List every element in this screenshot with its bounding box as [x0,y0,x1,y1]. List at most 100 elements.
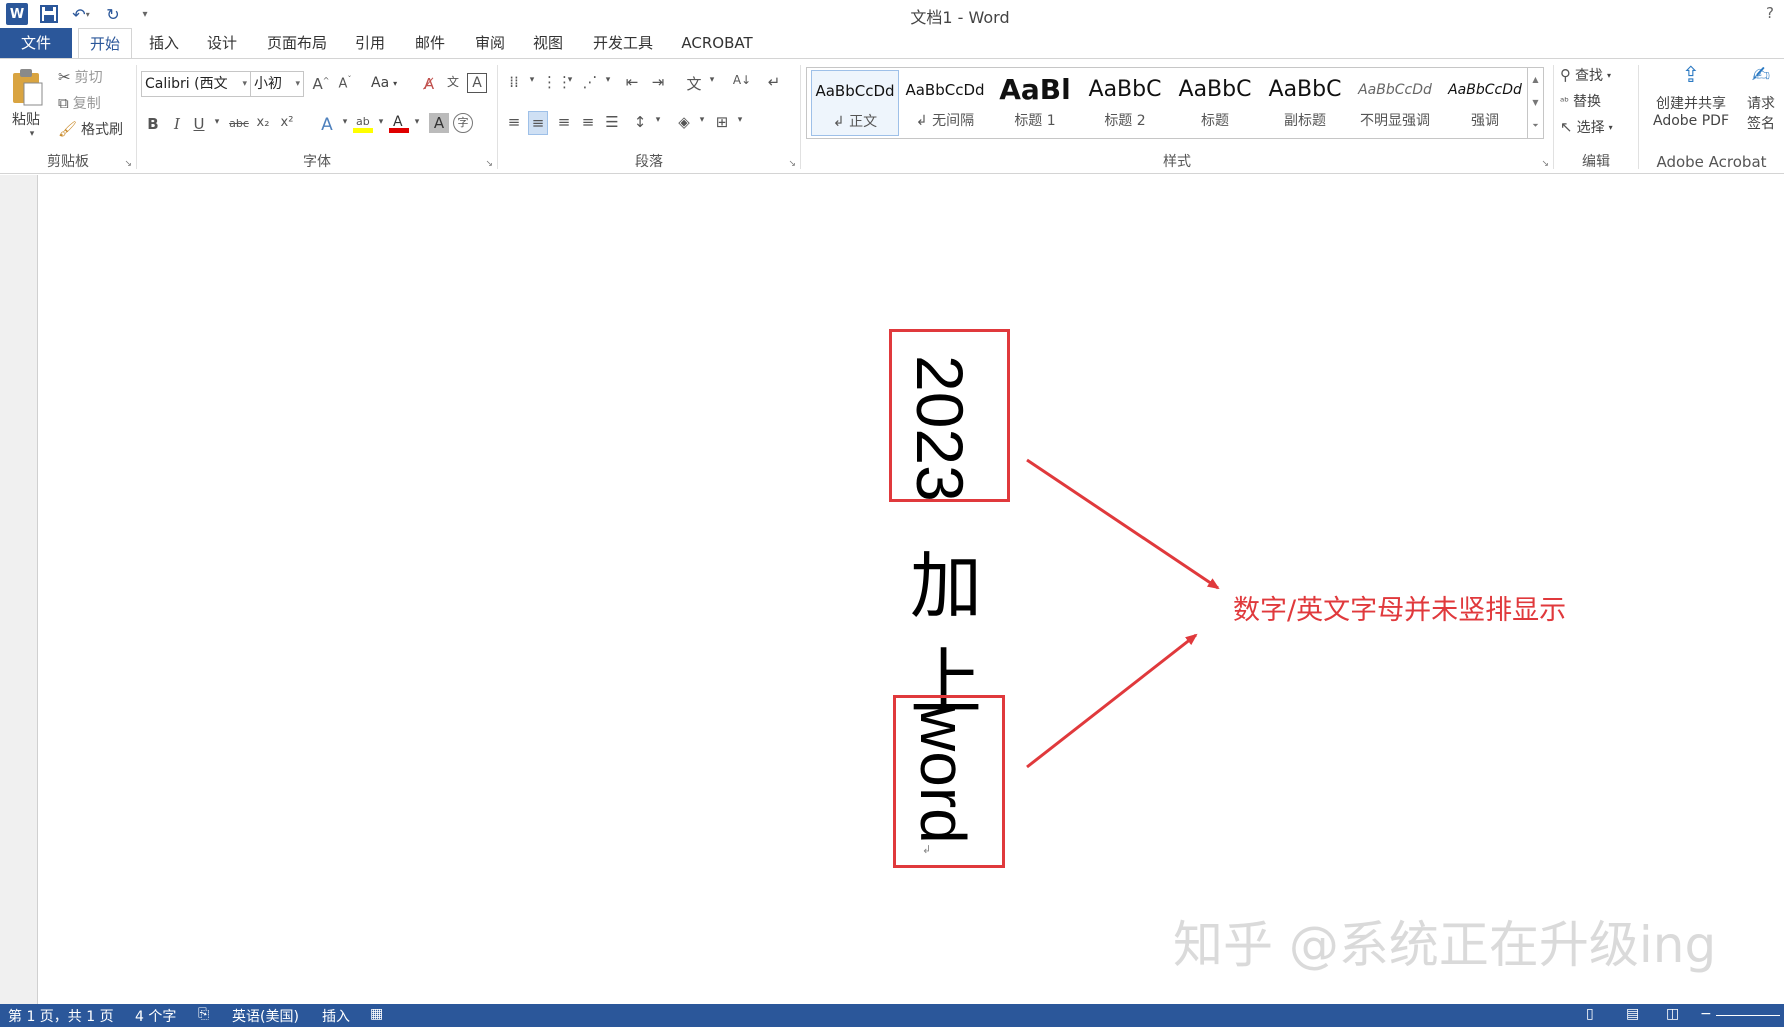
decrease-indent-icon[interactable]: ⇤ [622,73,642,91]
style-subtle-emphasis[interactable]: AaBbCcDd 不明显强调 [1351,70,1439,136]
zoom-out-icon[interactable]: − [1700,1006,1712,1022]
tab-page-layout[interactable]: 页面布局 [258,28,336,58]
document-area[interactable]: 2023 加 上 word ↲ 数字/英文字母并未竖排显示 知乎 @系统正在升级… [0,175,1784,1004]
line-spacing-dropdown-icon[interactable]: ▾ [648,115,668,125]
superscript-button[interactable]: x² [277,115,297,130]
tab-design[interactable]: 设计 [198,28,246,58]
paragraph-launcher-icon[interactable]: ↘ [788,159,796,169]
select-button[interactable]: ↖ 选择 ▾ [1560,117,1613,137]
multilevel-list-icon[interactable]: ⋰ [580,73,600,91]
style-no-spacing[interactable]: AaBbCcDd ↲ 无间隔 [901,70,989,136]
replace-button[interactable]: ᵃᵇ 替换 [1560,91,1601,111]
paste-icon[interactable] [10,67,46,107]
increase-indent-icon[interactable]: ⇥ [648,73,668,91]
subscript-button[interactable]: x₂ [253,115,273,130]
styles-launcher-icon[interactable]: ↘ [1541,159,1549,169]
sort-icon[interactable]: A↓ [732,73,752,87]
tab-references[interactable]: 引用 [346,28,394,58]
style-heading-2[interactable]: AaBbC 标题 2 [1081,70,1169,136]
tab-view[interactable]: 视图 [524,28,572,58]
print-layout-icon[interactable]: ▤ [1626,1006,1639,1022]
format-painter-button[interactable]: 🖌 格式刷 [58,119,123,139]
shading-icon[interactable]: ◈ [674,113,694,131]
borders-icon[interactable]: ⊞ [712,113,732,131]
style-emphasis[interactable]: AaBbCcDd 强调 [1441,70,1529,136]
style-sample: AaBbC [1088,77,1162,102]
style-heading-1[interactable]: AaBl 标题 1 [991,70,1079,136]
tab-acrobat[interactable]: ACROBAT [672,28,762,58]
tab-mailings[interactable]: 邮件 [406,28,454,58]
bullets-icon[interactable]: ⁞⁞ [504,73,524,91]
justify-icon[interactable]: ≡ [578,113,598,131]
underline-dropdown-icon[interactable]: ▾ [207,117,227,127]
align-left-icon[interactable]: ≡ [504,113,524,131]
language[interactable]: 英语(美国) [232,1006,299,1026]
create-pdf-label-1: 创建并共享 [1656,96,1726,112]
find-button[interactable]: ⚲ 查找 ▾ [1560,65,1611,85]
character-border-icon[interactable]: A [467,73,487,93]
grow-font-icon[interactable]: A^ [311,75,331,93]
clear-formatting-icon[interactable]: A̸ [419,75,439,93]
font-size-combo[interactable]: 小初 ▾ [250,71,304,97]
copy-button[interactable]: ⧉ 复制 [58,93,101,113]
gallery-up-icon[interactable]: ▲ [1528,68,1543,91]
underline-button[interactable]: U [189,115,209,133]
cut-button[interactable]: ✂ 剪切 [58,67,103,87]
tab-file[interactable]: 文件 [0,28,72,58]
bullets-dropdown-icon[interactable]: ▾ [522,75,542,85]
gallery-more-icon[interactable]: ⏷ [1528,114,1543,137]
change-case-button[interactable]: Aa ▾ [371,75,397,91]
tab-home[interactable]: 开始 [78,28,132,59]
font-launcher-icon[interactable]: ↘ [485,159,493,169]
create-pdf-button[interactable]: ⇪ 创建并共享 Adobe PDF [1643,63,1739,129]
borders-dropdown-icon[interactable]: ▾ [730,115,750,125]
text-direction-dropdown-icon[interactable]: ▾ [702,75,722,85]
text-effects-dropdown-icon[interactable]: ▾ [335,117,355,127]
italic-button[interactable]: I [167,115,187,133]
shading-dropdown-icon[interactable]: ▾ [692,115,712,125]
macro-record-icon[interactable]: ▦ [370,1006,383,1022]
align-center-icon[interactable]: ≡ [528,111,548,135]
show-marks-icon[interactable]: ↵ [764,73,784,91]
align-right-icon[interactable]: ≡ [554,113,574,131]
font-color-dropdown-icon[interactable]: ▾ [407,117,427,127]
multilevel-dropdown-icon[interactable]: ▾ [598,75,618,85]
character-shading-icon[interactable]: A [429,113,449,133]
font-name-combo[interactable]: Calibri (西文 ▾ [141,71,251,97]
gallery-down-icon[interactable]: ▼ [1528,91,1543,114]
text-direction-icon[interactable]: 文 [684,73,704,94]
paste-dropdown-icon[interactable]: ▾ [22,129,42,139]
bold-button[interactable]: B [143,115,163,133]
numbering-icon[interactable]: ⋮⋮ [542,73,572,91]
gallery-scrollbar[interactable]: ▲ ▼ ⏷ [1527,68,1543,138]
numbering-dropdown-icon[interactable]: ▾ [560,75,580,85]
style-name: 标题 [1201,113,1229,129]
page-count[interactable]: 第 1 页，共 1 页 [8,1006,114,1026]
clipboard-launcher-icon[interactable]: ↘ [124,159,132,169]
zoom-slider[interactable] [1716,1015,1780,1016]
tab-review[interactable]: 审阅 [466,28,514,58]
shrink-font-icon[interactable]: Aˇ [335,75,355,91]
highlight-dropdown-icon[interactable]: ▾ [371,117,391,127]
tab-insert[interactable]: 插入 [140,28,188,58]
tab-developer[interactable]: 开发工具 [584,28,662,58]
help-icon[interactable]: ? [1766,4,1774,22]
text-effects-icon[interactable]: A [317,115,337,135]
distributed-icon[interactable]: ☰ [602,113,622,131]
strikethrough-button[interactable]: abc [229,117,249,130]
read-mode-icon[interactable]: ▯ [1586,1006,1594,1022]
style-normal[interactable]: AaBbCcDd ↲ 正文 [811,70,899,136]
paste-button[interactable]: 粘贴 [12,109,40,129]
word-count[interactable]: 4 个字 [135,1006,176,1026]
highlight-icon[interactable]: ab [353,113,373,137]
proofing-icon[interactable]: ⎘ [198,1006,209,1022]
style-subtitle[interactable]: AaBbC 副标题 [1261,70,1349,136]
phonetic-guide-icon[interactable]: 文 [443,73,463,90]
font-color-icon[interactable]: A [389,113,409,137]
web-layout-icon[interactable]: ◫ [1666,1006,1679,1022]
insert-mode[interactable]: 插入 [322,1006,350,1026]
enclose-characters-icon[interactable]: 字 [453,113,473,133]
style-title[interactable]: AaBbC 标题 [1171,70,1259,136]
request-sign-button[interactable]: ✍ 请求 签名 [1741,63,1781,133]
line-spacing-icon[interactable]: ↕ [630,113,650,131]
